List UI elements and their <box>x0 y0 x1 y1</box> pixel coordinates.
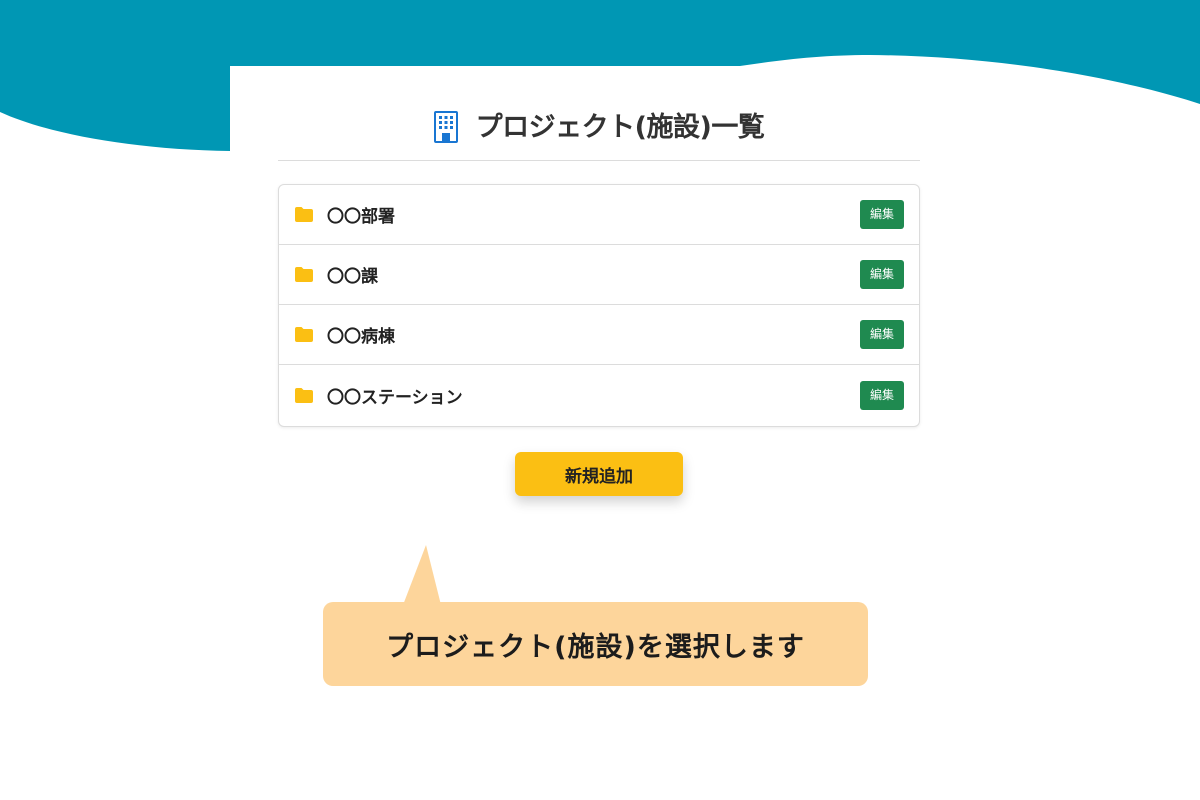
edit-button[interactable]: 編集 <box>860 381 904 410</box>
main-panel: プロジェクト(施設)一覧 〇〇部署 編集 〇〇課 編集 〇〇病棟 編集 〇〇ステ… <box>230 66 970 536</box>
list-item-project[interactable]: 〇〇課 編集 <box>279 245 919 305</box>
project-name: 〇〇ステーション <box>327 388 463 408</box>
folder-icon <box>295 267 313 282</box>
page-title: プロジェクト(施設)一覧 <box>475 112 765 143</box>
project-list: 〇〇部署 編集 〇〇課 編集 〇〇病棟 編集 〇〇ステーション 編集 <box>278 184 920 427</box>
edit-button[interactable]: 編集 <box>860 260 904 289</box>
list-item-project[interactable]: 〇〇部署 編集 <box>279 185 919 245</box>
edit-button[interactable]: 編集 <box>860 320 904 349</box>
folder-icon <box>295 207 313 222</box>
project-name: 〇〇課 <box>327 267 378 287</box>
folder-icon <box>295 388 313 403</box>
add-new-button[interactable]: 新規追加 <box>515 452 683 496</box>
project-name: 〇〇病棟 <box>327 327 395 347</box>
building-icon <box>433 111 458 145</box>
callout: プロジェクト(施設)を選択します <box>323 545 868 686</box>
callout-box: プロジェクト(施設)を選択します <box>323 602 868 686</box>
list-item-project[interactable]: 〇〇病棟 編集 <box>279 305 919 365</box>
list-item-project[interactable]: 〇〇ステーション 編集 <box>279 365 919 426</box>
project-name: 〇〇部署 <box>327 207 395 227</box>
callout-text: プロジェクト(施設)を選択します <box>386 631 805 663</box>
edit-button[interactable]: 編集 <box>860 200 904 229</box>
page-header: プロジェクト(施設)一覧 <box>278 102 920 161</box>
callout-pointer <box>403 545 441 605</box>
folder-icon <box>295 327 313 342</box>
